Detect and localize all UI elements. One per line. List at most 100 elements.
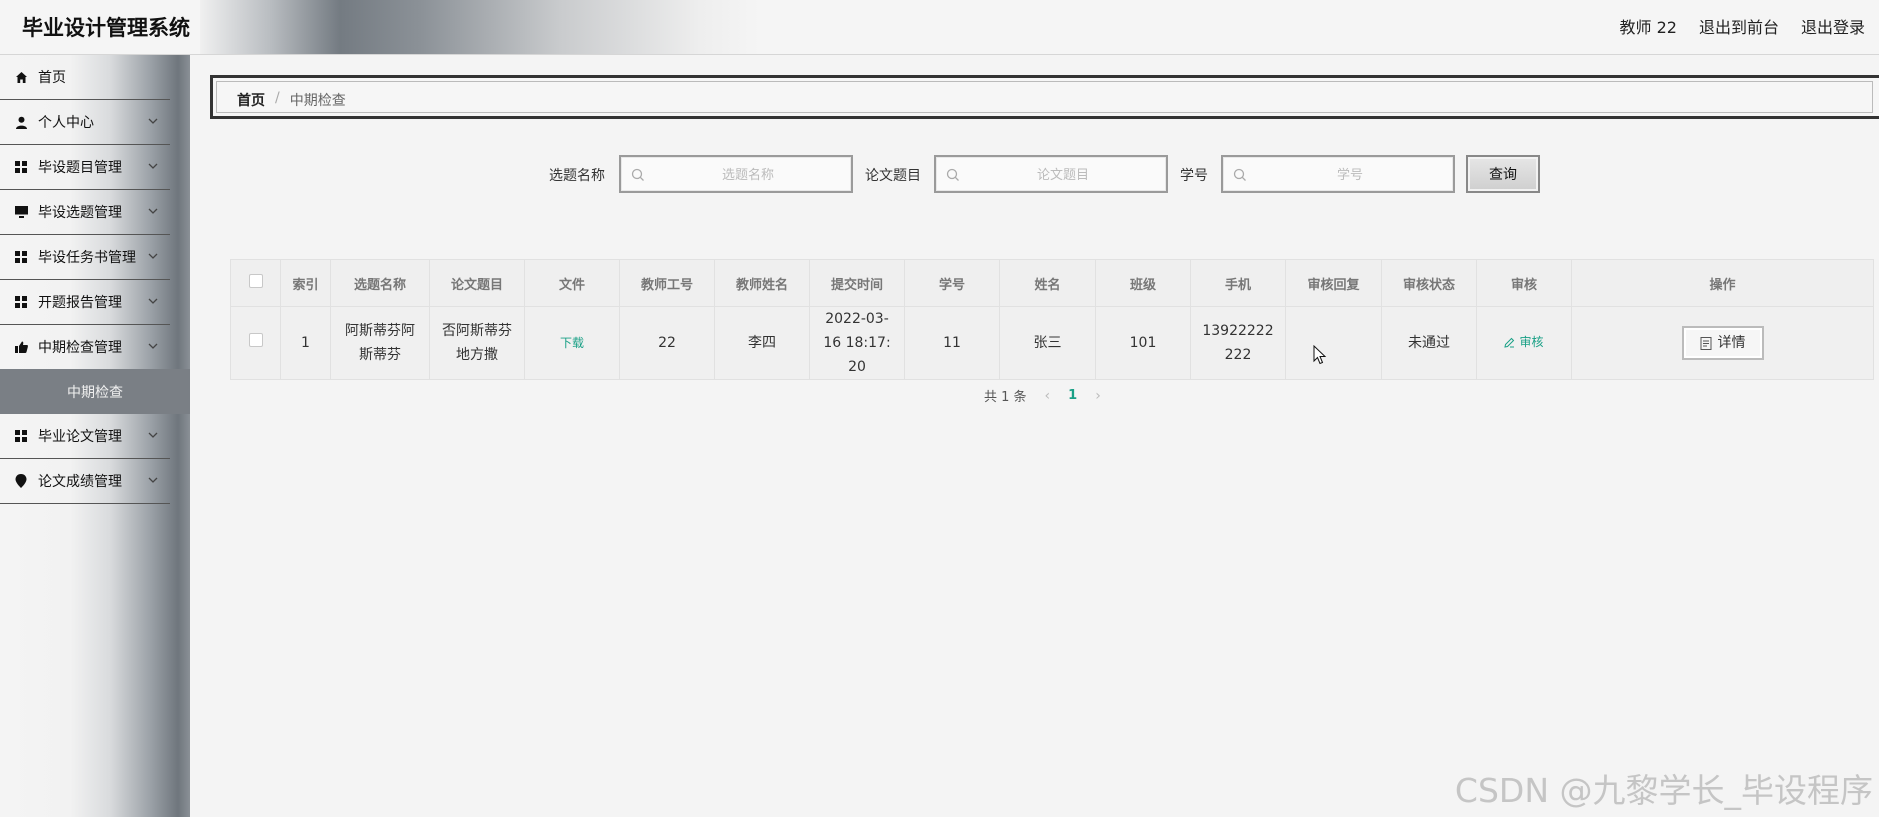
column-header: 操作 [1571, 259, 1874, 307]
next-page-icon[interactable]: › [1095, 388, 1101, 404]
column-header: 手机 [1190, 259, 1286, 307]
chevron-down-icon [148, 118, 158, 124]
logout-link[interactable]: 退出登录 [1801, 14, 1865, 38]
sidebar-item-thesis[interactable]: 毕业论文管理 [0, 414, 170, 459]
chevron-down-icon [148, 477, 158, 483]
row-checkbox[interactable] [248, 333, 263, 347]
breadcrumb-container: 首页 / 中期检查 [210, 75, 1879, 119]
topic-cell: 阿斯蒂芬阿斯蒂芬 [330, 306, 430, 380]
select-all-checkbox[interactable] [248, 274, 263, 288]
download-link[interactable]: 下载 [560, 336, 584, 350]
detail-label: 详情 [1717, 335, 1746, 351]
paper-field[interactable] [934, 155, 1168, 193]
sidebar-item-proposal[interactable]: 开题报告管理 [0, 280, 170, 325]
grid-icon [14, 250, 28, 264]
grid-icon [14, 295, 28, 309]
breadcrumb: 首页 / 中期检查 [237, 90, 346, 110]
watermark: CSDN @九黎学长_毕设程序 [1454, 771, 1873, 810]
index-cell: 1 [280, 306, 331, 380]
topic-label: 选题名称 [549, 168, 605, 184]
teacher-id-cell: 22 [619, 306, 715, 380]
page-number[interactable]: 1 [1068, 388, 1077, 403]
search-icon [631, 168, 644, 181]
submit-time-cell: 2022-03-16 18:17:20 [809, 306, 905, 380]
column-header: 审核状态 [1381, 259, 1477, 307]
pin-icon [14, 474, 28, 488]
sidebar-item-selection[interactable]: 毕设选题管理 [0, 190, 170, 235]
monitor-icon [14, 205, 28, 219]
sidebar-item-label: 中期检查管理 [38, 340, 122, 356]
column-header: 姓名 [999, 259, 1096, 307]
data-table: 索引 选题名称 论文题目 文件 教师工号 教师姓名 提交时间 学号 姓名 班级 … [230, 259, 1874, 380]
mouse-cursor-icon [1313, 345, 1327, 365]
row-select-cell[interactable] [230, 306, 281, 380]
search-icon [1233, 168, 1246, 181]
audit-link[interactable]: 审核 [1504, 330, 1544, 354]
chevron-down-icon [148, 208, 158, 214]
phone-cell: 13922222222 [1190, 306, 1286, 380]
file-cell: 下载 [524, 306, 620, 380]
column-header: 班级 [1095, 259, 1191, 307]
column-header: 学号 [904, 259, 1000, 307]
prev-page-icon[interactable]: ‹ [1045, 388, 1051, 404]
chevron-down-icon [148, 298, 158, 304]
sidebar-item-midterm[interactable]: 中期检查管理 [0, 325, 170, 370]
actions-cell: 详情 [1571, 306, 1874, 380]
sidebar-item-label: 首页 [38, 70, 66, 86]
person-icon [14, 115, 28, 129]
column-header: 教师工号 [619, 259, 715, 307]
student-id-field[interactable] [1221, 155, 1455, 193]
teacher-name-cell: 李四 [714, 306, 810, 380]
paper-label: 论文题目 [865, 168, 921, 184]
sidebar-item-home[interactable]: 首页 [0, 55, 170, 100]
column-header: 审核回复 [1285, 259, 1382, 307]
student-name-cell: 张三 [999, 306, 1096, 380]
column-header: 文件 [524, 259, 620, 307]
user-name: 教师 22 [1619, 18, 1677, 37]
query-button[interactable]: 查询 [1466, 155, 1540, 193]
front-link[interactable]: 退出到前台 [1699, 14, 1779, 38]
breadcrumb-current: 中期检查 [289, 93, 346, 109]
status-cell: 未通过 [1381, 306, 1477, 380]
sidebar-item-label: 毕设选题管理 [38, 205, 122, 221]
column-header: 审核 [1476, 259, 1572, 307]
student-id-label: 学号 [1180, 168, 1208, 184]
document-icon [1700, 336, 1711, 350]
sidebar-item-label: 毕业论文管理 [38, 429, 122, 445]
audit-cell: 审核 [1476, 306, 1572, 380]
pagination: 共 1 条 ‹ 1 › [984, 386, 1101, 406]
student-id-input[interactable] [1253, 161, 1447, 189]
top-bar: 毕业设计管理系统 教师 22 退出到前台 退出登录 [0, 0, 1879, 55]
select-all-cell[interactable] [230, 259, 281, 307]
chevron-down-icon [148, 253, 158, 259]
chevron-down-icon [148, 343, 158, 349]
sidebar-item-task[interactable]: 毕设任务书管理 [0, 235, 170, 280]
sidebar-item-personal[interactable]: 个人中心 [0, 100, 170, 145]
breadcrumb-home[interactable]: 首页 [237, 90, 265, 110]
detail-button[interactable]: 详情 [1681, 326, 1764, 360]
chevron-down-icon [148, 432, 158, 438]
sidebar-item-label: 个人中心 [38, 115, 94, 131]
breadcrumb-separator: / [275, 90, 280, 106]
student-id-cell: 11 [904, 306, 1000, 380]
topic-input[interactable] [651, 161, 845, 189]
header-actions: 教师 22 退出到前台 退出登录 [1620, 14, 1865, 38]
table-row: 1 阿斯蒂芬阿斯蒂芬 否阿斯蒂芬地方撒 下载 22 李四 2022-03-16 … [230, 306, 1874, 380]
column-header: 教师姓名 [714, 259, 810, 307]
column-header: 选题名称 [330, 259, 430, 307]
total-count: 共 1 条 [984, 390, 1027, 405]
table-header-row: 索引 选题名称 论文题目 文件 教师工号 教师姓名 提交时间 学号 姓名 班级 … [230, 259, 1874, 307]
sidebar-item-label: 开题报告管理 [38, 295, 122, 311]
sidebar-subitem-midterm-check[interactable]: 中期检查 [0, 369, 190, 414]
paper-cell: 否阿斯蒂芬地方撒 [429, 306, 525, 380]
home-icon [14, 70, 28, 84]
class-cell: 101 [1095, 306, 1191, 380]
search-icon [946, 168, 959, 181]
thumb-icon [14, 340, 28, 354]
sidebar-item-grades[interactable]: 论文成绩管理 [0, 459, 170, 504]
topic-field[interactable] [619, 155, 853, 193]
app-title: 毕业设计管理系统 [22, 16, 190, 40]
sidebar-item-label: 论文成绩管理 [38, 474, 122, 490]
reply-cell [1285, 306, 1382, 380]
paper-input[interactable] [966, 161, 1160, 189]
